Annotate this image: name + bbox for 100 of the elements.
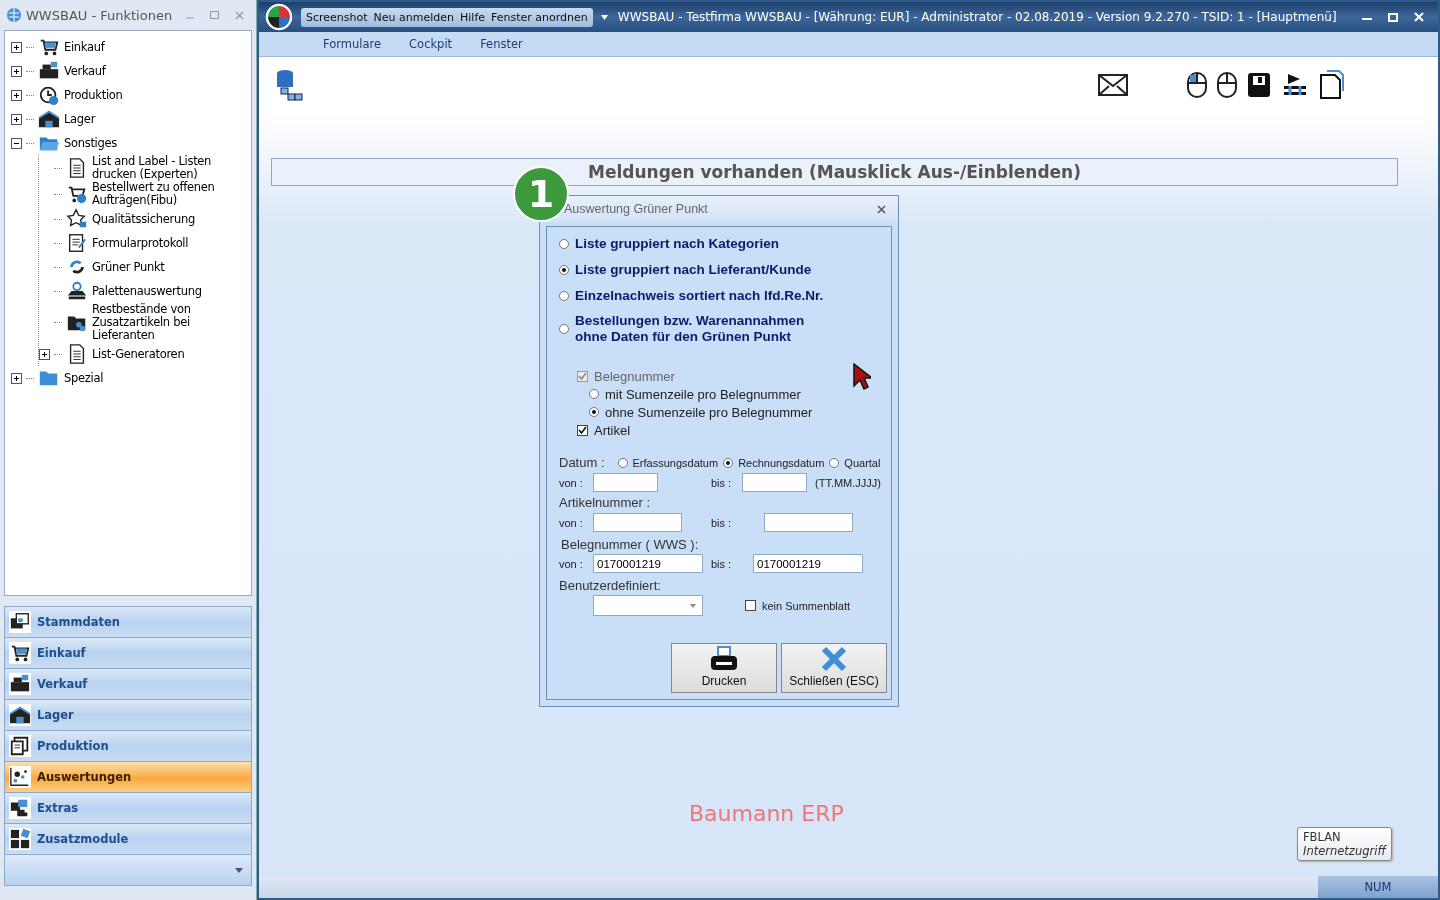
blocks-icon (9, 828, 31, 850)
tree-item[interactable]: Bestellwert zu offenen Aufträgen(Fibu) (92, 181, 242, 207)
checkbox[interactable] (745, 600, 756, 611)
nav-item[interactable]: Zusatzmodule (5, 824, 251, 855)
status-indicator: NUM (1318, 876, 1438, 898)
warehouse-icon (38, 108, 60, 130)
mouse-cursor-icon (853, 363, 871, 391)
option-label: Erfassungsdatum (632, 456, 719, 469)
app-logo[interactable] (265, 3, 293, 31)
tree-item[interactable]: Lager (64, 112, 96, 126)
expand-toggle[interactable] (11, 372, 22, 384)
option-label: Einzelnachweis sortiert nach lfd.Re.Nr. (575, 288, 824, 304)
star-icon (66, 208, 88, 230)
nav-item[interactable]: Einkauf (5, 638, 251, 669)
input-field[interactable] (742, 473, 807, 492)
scatter-icon (9, 766, 31, 788)
radio-button[interactable] (829, 457, 840, 468)
field-label: von : (559, 476, 584, 489)
nav-item[interactable]: Lager (5, 700, 251, 731)
radio-button[interactable] (589, 407, 599, 417)
clock-icon (38, 84, 60, 106)
close-button[interactable] (877, 204, 886, 214)
nav-item[interactable]: Verkauf (5, 669, 251, 700)
dropdown-field[interactable] (593, 595, 703, 616)
tree-item[interactable]: Palettenauswertung (92, 284, 202, 298)
checkbox[interactable] (577, 424, 588, 436)
printer-icon (710, 646, 738, 672)
tree-item[interactable]: Verkauf (64, 64, 106, 78)
tooltip-subtitle: Internetzugriff (1303, 844, 1386, 858)
print-button[interactable]: Drucken (671, 643, 777, 693)
menu-item[interactable]: Fenster (466, 37, 537, 51)
tree-item[interactable]: Formularprotokoll (92, 236, 189, 250)
quick-menu-item[interactable]: Hilfe (457, 10, 489, 24)
field-label: Datum : (559, 455, 605, 470)
form-icon (66, 232, 88, 254)
tree-item[interactable]: Produktion (64, 88, 123, 102)
menu-item[interactable]: Formulare (309, 37, 396, 51)
expand-toggle[interactable] (11, 65, 22, 77)
field-label: bis : (711, 516, 733, 529)
brand-text: Baumann ERP (689, 801, 844, 826)
option-label: Bestellungen bzw. Warenannahmen ohne Daten für den Grünen Punkt (575, 313, 805, 345)
expand-toggle[interactable] (39, 348, 50, 360)
nav-item[interactable]: Stammdaten (5, 607, 251, 638)
close-x-icon (821, 646, 847, 672)
input-field[interactable] (764, 513, 853, 532)
input-field[interactable] (593, 473, 658, 492)
input-field[interactable]: 0170001219 (593, 554, 703, 573)
field-label: Artikelnummer : (559, 495, 652, 510)
radio-button[interactable] (617, 457, 628, 468)
tree-item[interactable]: Grüner Punkt (92, 260, 165, 274)
expand-toggle[interactable] (11, 89, 22, 101)
tree-item[interactable]: List-Generatoren (92, 347, 185, 361)
field-label: bis : (711, 557, 733, 570)
quick-menu-item[interactable]: Fenster anordnen (488, 10, 591, 24)
tree-item[interactable]: List and Label - Listen drucken (Experten) (92, 155, 242, 181)
quick-menu-item[interactable]: Neu anmelden (370, 10, 457, 24)
tree-item[interactable]: Einkauf (64, 40, 105, 54)
radio-button[interactable] (559, 324, 569, 334)
radio-button[interactable] (559, 291, 569, 301)
caret-icon (690, 603, 696, 608)
nav-item[interactable]: Extras (5, 793, 251, 824)
option-label: ohne Sumenzeile pro Belegnummer (605, 404, 813, 420)
field-label: Benutzerdefiniert: (559, 578, 662, 593)
nav-item[interactable]: Auswertungen (5, 762, 251, 793)
tree-item[interactable]: Restbestände von Zusatzartikeln bei Lieferanten (92, 303, 242, 342)
expand-toggle[interactable] (11, 137, 22, 149)
quick-menu-item[interactable]: Screenshot (303, 10, 371, 24)
warehouse-icon (9, 704, 31, 726)
cards-icon (9, 611, 31, 633)
input-field[interactable]: 0170001219 (753, 554, 863, 573)
radio-button[interactable] (559, 265, 569, 275)
caret-icon[interactable] (600, 14, 608, 20)
nav-item[interactable]: Produktion (5, 731, 251, 762)
option-label: Liste gruppiert nach Lieferant/Kunde (575, 262, 812, 278)
field-label: bis : (711, 476, 733, 489)
checkbox-label: Artikel (594, 422, 631, 438)
option-label: mit Sumenzeile pro Belegnummer (605, 386, 801, 402)
field-label: von : (559, 516, 584, 529)
radio-button[interactable] (559, 239, 569, 249)
menu-item[interactable]: Cockpit (395, 37, 467, 51)
radio-button[interactable] (589, 389, 599, 399)
option-label: Liste gruppiert nach Kategorien (575, 236, 780, 252)
tree-item[interactable]: Sonstiges (64, 136, 117, 150)
option-label: Rechnungsdatum (738, 456, 825, 469)
input-field[interactable] (593, 513, 682, 532)
radio-button[interactable] (723, 457, 734, 468)
caret-icon[interactable] (235, 867, 243, 873)
cart-icon (9, 642, 31, 664)
checkbox-label: Belegnummer (594, 368, 675, 384)
tooltip-title: FBLAN (1303, 830, 1341, 844)
expand-toggle[interactable] (11, 41, 22, 53)
expand-toggle[interactable] (11, 113, 22, 125)
window-title: WWSBAU - Funktionen (26, 7, 174, 23)
globe-icon (6, 7, 22, 23)
tree-item[interactable]: Spezial (64, 371, 104, 385)
close-button[interactable]: Schließen (ESC) (781, 643, 887, 693)
checkbox-label: kein Summenblatt (762, 599, 851, 612)
option-label: Quartal (844, 456, 881, 469)
tree-item[interactable]: Qualitätssicherung (92, 212, 195, 226)
field-label: Belegnummer ( WWS ): (561, 537, 700, 552)
